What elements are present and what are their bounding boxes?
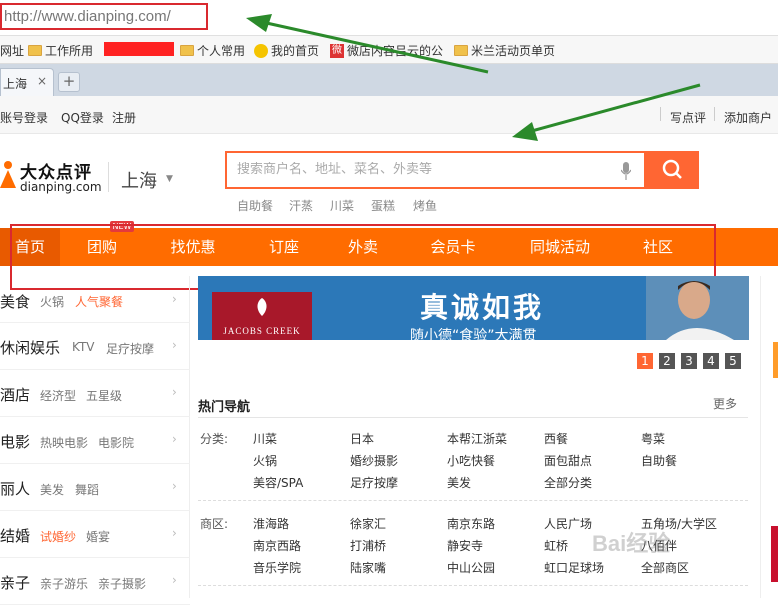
banner-page-1[interactable]: 1 [637, 353, 653, 369]
hot-category-link[interactable]: 全部分类 [544, 474, 592, 491]
category-label: 分类: [200, 432, 229, 446]
category-item[interactable]: 结婚 试婚纱 婚宴 › [0, 511, 190, 558]
banner-title: 真诚如我 [420, 291, 545, 324]
category-item[interactable]: 酒店 经济型 五星级 › [0, 370, 190, 417]
promo-banner[interactable]: JACOBS CREEK 真诚如我 随小德“食验”大满贯 [198, 276, 749, 340]
hot-district-link[interactable]: 徐家汇 [350, 515, 386, 532]
category-item[interactable]: 丽人 美发 舞蹈 › [0, 464, 190, 511]
category-item[interactable]: 美食 火锅 人气聚餐 › [0, 276, 190, 323]
chevron-right-icon: › [172, 526, 177, 540]
hot-district-link[interactable]: 全部商区 [641, 559, 689, 576]
hot-category-link[interactable]: 川菜 [253, 430, 277, 447]
hot-category-link[interactable]: 日本 [350, 430, 374, 447]
chevron-right-icon: › [172, 432, 177, 446]
hot-district-link[interactable]: 南京东路 [447, 515, 495, 532]
divider [198, 500, 748, 501]
chevron-right-icon: › [172, 292, 177, 306]
hot-district-link[interactable]: 音乐学院 [253, 559, 301, 576]
side-accent [773, 342, 778, 378]
category-item[interactable]: 电影 热映电影 电影院 › [0, 417, 190, 464]
district-label: 商区: [200, 517, 229, 531]
side-thumbnail[interactable] [771, 526, 778, 582]
category-item[interactable]: 休闲娱乐 KTV 足疗按摩 › [0, 323, 190, 370]
person-image [666, 281, 734, 340]
hot-category-link[interactable]: 婚纱摄影 [350, 452, 398, 469]
right-side-panel [760, 276, 778, 598]
banner-page-5[interactable]: 5 [725, 353, 741, 369]
hot-category-link[interactable]: 美发 [447, 474, 471, 491]
hot-category-link[interactable]: 足疗按摩 [350, 474, 398, 491]
chevron-right-icon: › [172, 338, 177, 352]
annotation-arrows [246, 14, 701, 141]
banner-page-4[interactable]: 4 [703, 353, 719, 369]
hot-category-link[interactable]: 粤菜 [641, 430, 665, 447]
hot-district-link[interactable]: 中山公园 [447, 559, 495, 576]
chevron-right-icon: › [172, 573, 177, 587]
section-title: 热门导航 [198, 400, 251, 415]
divider [198, 417, 748, 418]
hot-district-link[interactable]: 虹桥 [544, 537, 568, 554]
hot-category-link[interactable]: 面包甜点 [544, 452, 592, 469]
chevron-right-icon: › [172, 385, 177, 399]
divider [198, 585, 748, 586]
hot-category-link[interactable]: 美容/SPA [253, 474, 303, 491]
more-link[interactable]: 更多 [713, 395, 737, 412]
brand-logo: JACOBS CREEK [212, 292, 312, 340]
hot-category-link[interactable]: 小吃快餐 [447, 452, 495, 469]
banner-page-3[interactable]: 3 [681, 353, 697, 369]
watermark: Bai经验 [592, 531, 671, 556]
hot-category-link[interactable]: 自助餐 [641, 452, 677, 469]
banner-photo [646, 276, 749, 340]
hot-district-link[interactable]: 静安寺 [447, 537, 483, 554]
category-sidebar: 美食 火锅 人气聚餐 › 休闲娱乐 KTV 足疗按摩 › 酒店 经济型 五星级 … [0, 276, 190, 605]
hot-category-link[interactable]: 本帮江浙菜 [447, 430, 507, 447]
hot-district-link[interactable]: 虹口足球场 [544, 559, 604, 576]
hot-district-link[interactable]: 淮海路 [253, 515, 289, 532]
hot-category-link[interactable]: 西餐 [544, 430, 568, 447]
hot-district-link[interactable]: 陆家嘴 [350, 559, 386, 576]
hot-district-link[interactable]: 打浦桥 [350, 537, 386, 554]
chevron-right-icon: › [172, 479, 177, 493]
hot-district-link[interactable]: 南京西路 [253, 537, 301, 554]
banner-page-2[interactable]: 2 [659, 353, 675, 369]
hot-category-link[interactable]: 火锅 [253, 452, 277, 469]
crest-icon [257, 298, 267, 316]
hot-district-link[interactable]: 人民广场 [544, 515, 592, 532]
banner-subtitle: 随小德“食验”大满贯 [410, 328, 537, 340]
